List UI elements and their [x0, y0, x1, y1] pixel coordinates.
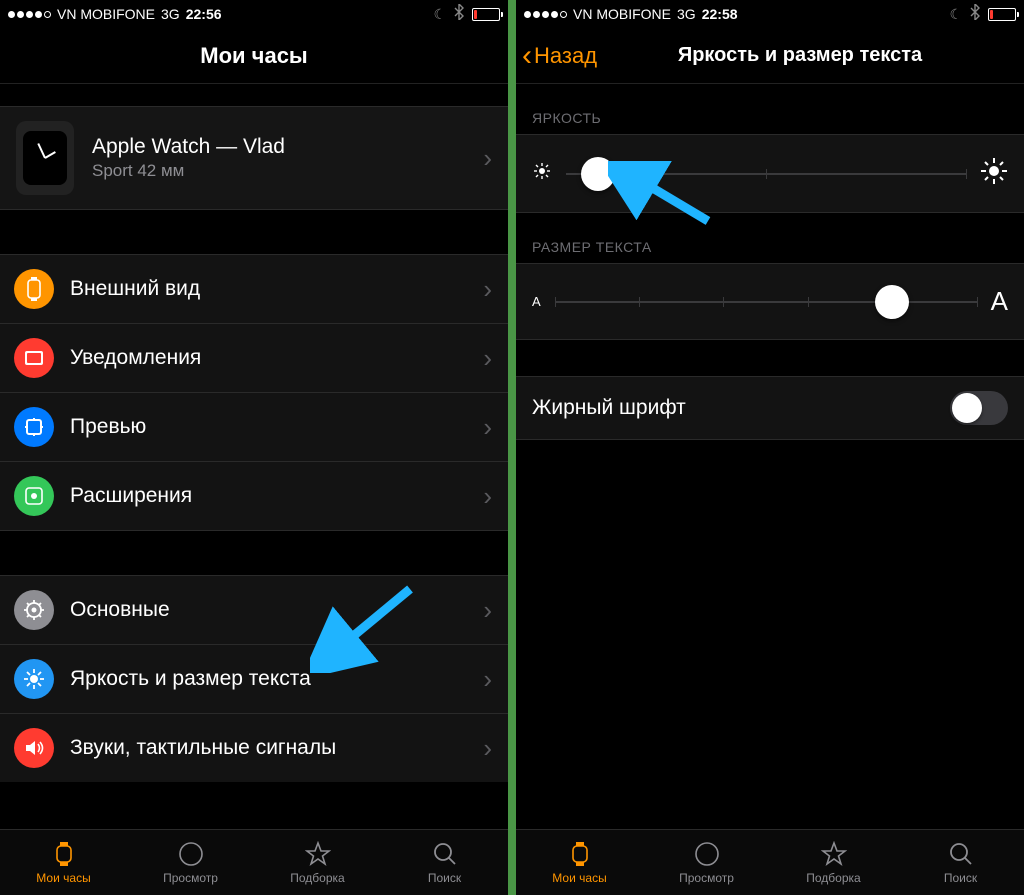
chevron-left-icon: ‹ — [522, 41, 532, 71]
row-sounds-haptics[interactable]: Звуки, тактильные сигналы › — [0, 714, 508, 782]
signal-dots-icon — [8, 11, 51, 18]
chevron-right-icon: › — [483, 143, 492, 174]
watch-thumbnail-icon — [16, 121, 74, 195]
status-bar: VN MOBIFONE 3G 22:58 ☾ — [516, 0, 1024, 28]
network-label: 3G — [677, 6, 696, 22]
navbar: ‹ Назад Яркость и размер текста — [516, 28, 1024, 84]
bold-text-switch[interactable] — [950, 391, 1008, 425]
back-label: Назад — [534, 43, 597, 69]
brightness-icon — [14, 659, 54, 699]
tab-label: Мои часы — [36, 871, 90, 885]
screen-brightness-textsize: VN MOBIFONE 3G 22:58 ☾ ‹ Назад Яркость и… — [516, 0, 1024, 895]
battery-icon — [472, 8, 500, 21]
compass-icon — [177, 840, 205, 868]
textsize-slider-row: A A — [516, 263, 1024, 340]
tab-featured[interactable]: Подборка — [254, 830, 381, 895]
search-icon — [947, 840, 975, 868]
page-title: Мои часы — [200, 43, 307, 69]
tab-bar: Мои часы Просмотр Подборка Поиск — [516, 829, 1024, 895]
chevron-right-icon: › — [483, 481, 492, 512]
appearance-icon — [14, 269, 54, 309]
page-title: Яркость и размер текста — [678, 44, 922, 67]
tab-search[interactable]: Поиск — [381, 830, 508, 895]
tab-my-watch[interactable]: Мои часы — [0, 830, 127, 895]
row-complications[interactable]: Расширения › — [0, 462, 508, 531]
carrier-label: VN MOBIFONE — [57, 6, 155, 22]
tab-label: Просмотр — [679, 871, 734, 885]
tab-browse[interactable]: Просмотр — [127, 830, 254, 895]
tab-search[interactable]: Поиск — [897, 830, 1024, 895]
carrier-label: VN MOBIFONE — [573, 6, 671, 22]
row-label: Яркость и размер текста — [70, 667, 483, 691]
bluetooth-icon — [970, 4, 980, 24]
chevron-right-icon: › — [483, 343, 492, 374]
device-model: Sport 42 мм — [92, 161, 483, 181]
tab-label: Мои часы — [552, 871, 606, 885]
brightness-high-icon — [980, 157, 1008, 190]
tab-label: Подборка — [806, 871, 860, 885]
bold-text-row: Жирный шрифт — [516, 376, 1024, 440]
do-not-disturb-icon: ☾ — [949, 6, 962, 23]
chevron-right-icon: › — [483, 664, 492, 695]
chevron-right-icon: › — [483, 274, 492, 305]
row-label: Основные — [70, 598, 483, 622]
row-general[interactable]: Основные › — [0, 576, 508, 645]
tab-label: Поиск — [944, 871, 977, 885]
row-label: Внешний вид — [70, 277, 483, 301]
section-header-brightness: ЯРКОСТЬ — [516, 84, 1024, 134]
back-button[interactable]: ‹ Назад — [522, 28, 597, 83]
clock-label: 22:56 — [186, 6, 222, 22]
paired-watch-card[interactable]: Apple Watch — Vlad Sport 42 мм › — [0, 106, 508, 210]
section-header-textsize: РАЗМЕР ТЕКСТА — [516, 213, 1024, 263]
brightness-slider-row — [516, 134, 1024, 213]
row-brightness-textsize[interactable]: Яркость и размер текста › — [0, 645, 508, 714]
row-label: Уведомления — [70, 346, 483, 370]
complications-icon — [14, 476, 54, 516]
navbar: Мои часы — [0, 28, 508, 84]
watch-tab-icon — [50, 840, 78, 868]
bold-text-label: Жирный шрифт — [532, 396, 950, 420]
do-not-disturb-icon: ☾ — [433, 6, 446, 23]
row-glances[interactable]: Превью › — [0, 393, 508, 462]
tab-featured[interactable]: Подборка — [770, 830, 897, 895]
textsize-slider[interactable] — [555, 301, 977, 303]
textsize-large-label: A — [991, 286, 1008, 317]
status-bar: VN MOBIFONE 3G 22:56 ☾ — [0, 0, 508, 28]
clock-label: 22:58 — [702, 6, 738, 22]
settings-group-2: Основные › Яркость и размер текста › Зву… — [0, 575, 508, 782]
brightness-slider[interactable] — [566, 173, 966, 175]
glances-icon — [14, 407, 54, 447]
signal-dots-icon — [524, 11, 567, 18]
compass-icon — [693, 840, 721, 868]
notifications-icon — [14, 338, 54, 378]
row-label: Расширения — [70, 484, 483, 508]
settings-icon — [14, 590, 54, 630]
brightness-low-icon — [532, 161, 552, 186]
tab-label: Просмотр — [163, 871, 218, 885]
bluetooth-icon — [454, 4, 464, 24]
network-label: 3G — [161, 6, 180, 22]
screen-my-watch: VN MOBIFONE 3G 22:56 ☾ Мои часы Apple Wa… — [0, 0, 508, 895]
chevron-right-icon: › — [483, 733, 492, 764]
device-name: Apple Watch — Vlad — [92, 135, 483, 159]
search-icon — [431, 840, 459, 868]
tab-label: Подборка — [290, 871, 344, 885]
chevron-right-icon: › — [483, 412, 492, 443]
row-appearance[interactable]: Внешний вид › — [0, 255, 508, 324]
battery-icon — [988, 8, 1016, 21]
tab-bar: Мои часы Просмотр Подборка Поиск — [0, 829, 508, 895]
tab-my-watch[interactable]: Мои часы — [516, 830, 643, 895]
sounds-icon — [14, 728, 54, 768]
star-icon — [820, 840, 848, 868]
watch-tab-icon — [566, 840, 594, 868]
star-icon — [304, 840, 332, 868]
row-label: Превью — [70, 415, 483, 439]
chevron-right-icon: › — [483, 595, 492, 626]
row-notifications[interactable]: Уведомления › — [0, 324, 508, 393]
settings-group-1: Внешний вид › Уведомления › Превью › — [0, 254, 508, 531]
tab-browse[interactable]: Просмотр — [643, 830, 770, 895]
tab-label: Поиск — [428, 871, 461, 885]
textsize-small-label: A — [532, 294, 541, 309]
row-label: Звуки, тактильные сигналы — [70, 736, 483, 760]
